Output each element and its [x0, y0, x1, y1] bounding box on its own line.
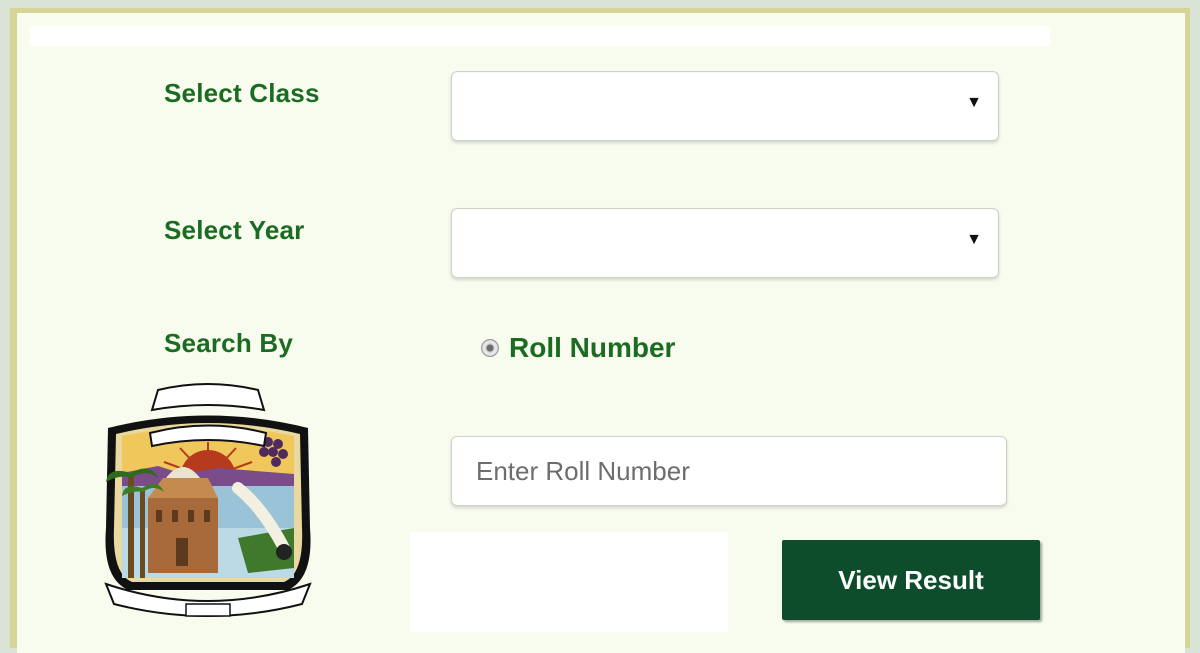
board-logo-emblem: [104, 383, 312, 617]
radio-selected-icon[interactable]: [481, 339, 499, 357]
top-strip: [30, 26, 1050, 46]
roll-number-input[interactable]: [451, 436, 1007, 506]
view-result-button[interactable]: View Result: [782, 540, 1040, 620]
roll-number-radio-option[interactable]: Roll Number: [481, 330, 675, 366]
search-by-label: Search By: [164, 328, 293, 358]
caret-down-icon: ▼: [966, 94, 982, 111]
caret-down-icon: ▼: [966, 231, 982, 248]
roll-number-radio-label: Roll Number: [509, 332, 676, 363]
blank-area: [410, 532, 728, 632]
select-year-dropdown[interactable]: ▼: [451, 208, 999, 278]
select-year-label: Select Year: [164, 215, 305, 245]
select-class-label: Select Class: [164, 78, 320, 108]
select-class-dropdown[interactable]: ▼: [451, 71, 999, 141]
